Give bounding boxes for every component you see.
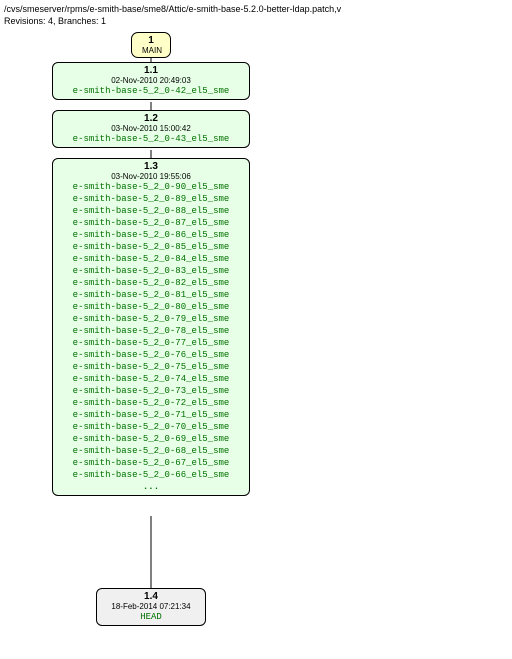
revision-tag: HEAD — [103, 611, 199, 623]
revision-version: 1.1 — [59, 65, 243, 76]
revision-date: 03-Nov-2010 19:55:06 — [59, 172, 243, 181]
revision-node-1-4[interactable]: 1.4 18-Feb-2014 07:21:34 HEAD — [96, 588, 206, 626]
revision-tag: e-smith-base-5_2_0-71_el5_sme — [59, 409, 243, 421]
revision-node-1-3[interactable]: 1.3 03-Nov-2010 19:55:06 e-smith-base-5_… — [52, 158, 250, 496]
revision-node-1-1[interactable]: 1.1 02-Nov-2010 20:49:03 e-smith-base-5_… — [52, 62, 250, 100]
branch-name: MAIN — [142, 46, 160, 55]
revision-tag: e-smith-base-5_2_0-66_el5_sme — [59, 469, 243, 481]
revision-tag: e-smith-base-5_2_0-87_el5_sme — [59, 217, 243, 229]
revision-tag: e-smith-base-5_2_0-69_el5_sme — [59, 433, 243, 445]
branch-num: 1 — [142, 35, 160, 46]
file-path: /cvs/smeserver/rpms/e-smith-base/sme8/At… — [4, 4, 508, 14]
revision-date: 03-Nov-2010 15:00:42 — [59, 124, 243, 133]
revision-tag: e-smith-base-5_2_0-70_el5_sme — [59, 421, 243, 433]
revision-version: 1.4 — [103, 591, 199, 602]
revision-tag: e-smith-base-5_2_0-68_el5_sme — [59, 445, 243, 457]
revision-tag: e-smith-base-5_2_0-89_el5_sme — [59, 193, 243, 205]
revision-tag: e-smith-base-5_2_0-81_el5_sme — [59, 289, 243, 301]
revision-tag: e-smith-base-5_2_0-77_el5_sme — [59, 337, 243, 349]
revision-meta: Revisions: 4, Branches: 1 — [4, 16, 508, 26]
revision-version: 1.2 — [59, 113, 243, 124]
revision-tag: e-smith-base-5_2_0-78_el5_sme — [59, 325, 243, 337]
revision-tag: e-smith-base-5_2_0-86_el5_sme — [59, 229, 243, 241]
revision-tag: e-smith-base-5_2_0-43_el5_sme — [59, 133, 243, 145]
revision-graph: 1 MAIN 1.1 02-Nov-2010 20:49:03 e-smith-… — [4, 32, 508, 652]
revision-tag: e-smith-base-5_2_0-84_el5_sme — [59, 253, 243, 265]
branch-box-main[interactable]: 1 MAIN — [131, 32, 171, 58]
revision-date: 02-Nov-2010 20:49:03 — [59, 76, 243, 85]
revision-tag: e-smith-base-5_2_0-83_el5_sme — [59, 265, 243, 277]
revision-tag: e-smith-base-5_2_0-75_el5_sme — [59, 361, 243, 373]
revision-tag: e-smith-base-5_2_0-90_el5_sme — [59, 181, 243, 193]
revision-version: 1.3 — [59, 161, 243, 172]
revision-tag: e-smith-base-5_2_0-82_el5_sme — [59, 277, 243, 289]
revision-tag: e-smith-base-5_2_0-74_el5_sme — [59, 373, 243, 385]
revision-tag: e-smith-base-5_2_0-88_el5_sme — [59, 205, 243, 217]
revision-node-1-2[interactable]: 1.2 03-Nov-2010 15:00:42 e-smith-base-5_… — [52, 110, 250, 148]
more-indicator: ... — [59, 481, 243, 493]
revision-tag: e-smith-base-5_2_0-80_el5_sme — [59, 301, 243, 313]
revision-tag: e-smith-base-5_2_0-42_el5_sme — [59, 85, 243, 97]
revision-tag: e-smith-base-5_2_0-67_el5_sme — [59, 457, 243, 469]
revision-tag: e-smith-base-5_2_0-85_el5_sme — [59, 241, 243, 253]
revision-tag: e-smith-base-5_2_0-79_el5_sme — [59, 313, 243, 325]
revision-tag: e-smith-base-5_2_0-76_el5_sme — [59, 349, 243, 361]
revision-tag: e-smith-base-5_2_0-72_el5_sme — [59, 397, 243, 409]
revision-tag: e-smith-base-5_2_0-73_el5_sme — [59, 385, 243, 397]
revision-date: 18-Feb-2014 07:21:34 — [103, 602, 199, 611]
revision-tag-list: e-smith-base-5_2_0-90_el5_smee-smith-bas… — [59, 181, 243, 481]
